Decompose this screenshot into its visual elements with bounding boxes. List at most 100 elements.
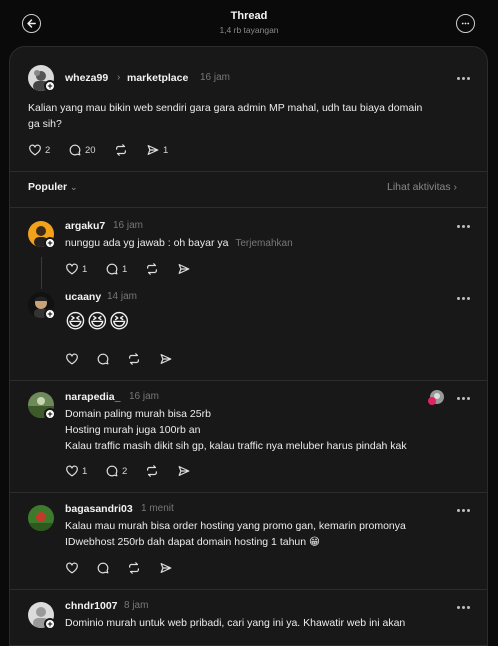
comment-count: 20 <box>85 144 96 156</box>
reply-username[interactable]: bagasandri03 <box>65 503 133 515</box>
repost-icon <box>147 465 157 477</box>
comment-icon <box>69 144 81 156</box>
share-button[interactable]: 1 <box>146 143 168 157</box>
reply-more-icon[interactable] <box>457 397 471 401</box>
repost-button[interactable] <box>145 262 159 276</box>
repost-button[interactable] <box>127 352 141 366</box>
sort-label: Populer <box>28 181 68 193</box>
heart-icon <box>66 263 78 275</box>
follow-plus-icon[interactable]: + <box>44 80 56 92</box>
post-text: Kalian yang mau bikin web sendiri gara g… <box>28 100 478 132</box>
reply-emoji: 😆😆😆 <box>65 311 131 333</box>
reply-more-icon[interactable] <box>457 225 471 229</box>
like-count: 2 <box>45 144 51 156</box>
repost-icon <box>129 562 139 574</box>
heart-icon <box>66 465 78 477</box>
page-title: Thread <box>230 10 268 22</box>
reply-text-line: Hosting murah juga 100rb an <box>65 424 201 436</box>
thread-line <box>41 257 42 289</box>
comment-button[interactable]: 2 <box>105 464 127 478</box>
reply-text: Dominio murah untuk web pribadi, cari ya… <box>65 617 406 629</box>
repost-button[interactable] <box>114 143 128 157</box>
like-button[interactable] <box>65 352 79 366</box>
comment-button[interactable] <box>96 561 110 575</box>
share-button[interactable] <box>177 262 191 276</box>
follow-plus-icon[interactable]: + <box>44 308 56 320</box>
like-count: 1 <box>82 263 88 275</box>
reply-time: 16 jam <box>129 391 160 402</box>
thread-panel: + wheza99 › marketplace 16 jam Kalian ya… <box>9 46 488 646</box>
send-icon <box>178 264 190 274</box>
comment-button[interactable] <box>96 352 110 366</box>
chevron-right-icon: › <box>453 181 458 193</box>
top-bar: Thread 1,4 rb tayangan <box>0 0 498 46</box>
repost-button[interactable] <box>145 464 159 478</box>
heart-badge-icon <box>428 397 436 405</box>
post-more-icon[interactable] <box>457 77 471 81</box>
reply-time: 16 jam <box>113 220 144 231</box>
send-icon <box>178 466 190 476</box>
post-username[interactable]: wheza99 <box>65 72 108 84</box>
heart-icon <box>66 562 78 574</box>
heart-icon <box>66 353 78 365</box>
view-count: 1,4 rb tayangan <box>219 25 279 35</box>
divider <box>10 171 487 172</box>
comment-count: 1 <box>122 263 128 275</box>
avatar[interactable] <box>28 505 54 531</box>
activity-link[interactable]: Lihat aktivitas › <box>387 181 457 193</box>
heart-icon <box>29 144 41 156</box>
more-icon <box>461 22 470 25</box>
repost-icon <box>116 144 126 156</box>
reply-username[interactable]: argaku7 <box>65 220 105 232</box>
comment-icon <box>97 353 109 365</box>
reply-more-icon[interactable] <box>457 606 471 610</box>
reply-text-line: Kalau traffic masih dikit sih gp, kalau … <box>65 440 407 452</box>
comment-button[interactable]: 1 <box>105 262 127 276</box>
send-icon <box>160 563 172 573</box>
send-icon <box>160 354 172 364</box>
post-text-line: Kalian yang mau bikin web sendiri gara g… <box>28 102 423 114</box>
like-count: 1 <box>82 465 88 477</box>
follow-plus-icon[interactable]: + <box>44 408 56 420</box>
translate-link[interactable]: Terjemahkan <box>235 238 292 249</box>
send-icon <box>147 145 159 155</box>
repost-icon <box>147 263 157 275</box>
like-button[interactable]: 1 <box>65 262 87 276</box>
share-button[interactable] <box>177 464 191 478</box>
divider <box>10 207 487 208</box>
reply-username[interactable]: ucaany <box>65 291 101 303</box>
share-button[interactable] <box>159 352 173 366</box>
reply-text-line: IDwebhost 250rb dah dapat domain hosting… <box>65 536 320 548</box>
comment-icon <box>106 263 118 275</box>
divider <box>10 589 487 590</box>
reply-text-line: Domain paling murah bisa 25rb <box>65 408 211 420</box>
follow-plus-icon[interactable]: + <box>44 237 56 249</box>
reply-time: 8 jam <box>124 600 149 611</box>
reply-more-icon[interactable] <box>457 509 471 513</box>
divider <box>10 492 487 493</box>
thread-options-button[interactable] <box>456 14 475 33</box>
like-button[interactable]: 1 <box>65 464 87 478</box>
repost-button[interactable] <box>127 561 141 575</box>
like-button[interactable]: 2 <box>28 143 50 157</box>
post-text-line: ga sih? <box>28 118 62 130</box>
repost-icon <box>129 353 139 365</box>
follow-plus-icon[interactable]: + <box>44 618 56 630</box>
share-count: 1 <box>163 144 169 156</box>
reply-text-content: nunggu ada yg jawab : oh bayar ya <box>65 237 229 249</box>
divider <box>10 380 487 381</box>
chevron-down-icon: ⌄ <box>70 182 78 192</box>
comment-icon <box>97 562 109 574</box>
comment-button[interactable]: 20 <box>68 143 96 157</box>
reply-text: Domain paling murah bisa 25rb Hosting mu… <box>65 406 475 454</box>
share-button[interactable] <box>159 561 173 575</box>
sort-dropdown[interactable]: Populer ⌄ <box>28 181 78 193</box>
reply-username[interactable]: chndr1007 <box>65 600 118 612</box>
reply-text: nunggu ada yg jawab : oh bayar ya Terjem… <box>65 235 293 252</box>
community-link[interactable]: marketplace <box>127 72 188 84</box>
reply-more-icon[interactable] <box>457 297 471 301</box>
post-time: 16 jam <box>200 72 231 83</box>
reply-text-line: Kalau mau murah bisa order hosting yang … <box>65 520 406 532</box>
like-button[interactable] <box>65 561 79 575</box>
reply-username[interactable]: narapedia_ <box>65 391 120 403</box>
